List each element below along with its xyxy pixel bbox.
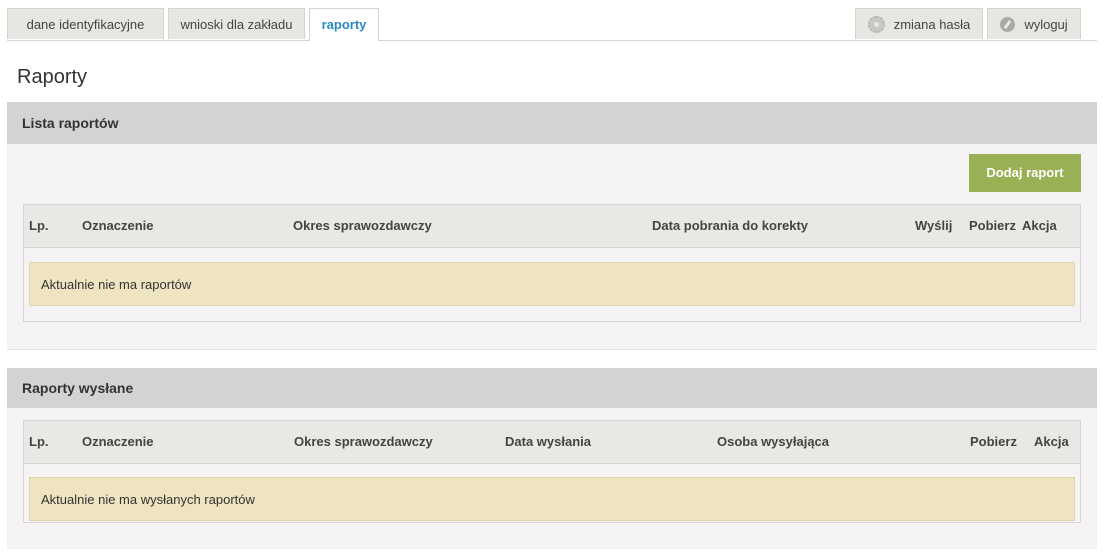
column-header: Pobierz: [970, 434, 1017, 449]
gear-icon: [867, 16, 885, 34]
column-header: Osoba wysyłająca: [717, 434, 830, 449]
tab-dane-identyfikacyjne[interactable]: dane identyfikacyjne: [7, 8, 164, 39]
column-header: Okres sprawozdawczy: [294, 434, 433, 449]
reports-list-section: Lista raportów Dodaj raport Lp. Oznaczen…: [7, 102, 1097, 349]
sent-reports-section: Raporty wysłane Lp. Oznaczenie Okres spr…: [7, 368, 1097, 549]
power-icon: [1000, 17, 1016, 33]
logout-tab[interactable]: wyloguj: [987, 8, 1081, 39]
empty-notice: Aktualnie nie ma raportów: [29, 262, 1075, 306]
column-header: Okres sprawozdawczy: [293, 218, 432, 233]
column-header: Wyślij: [915, 218, 953, 233]
section-title: Raporty wysłane: [7, 368, 1097, 408]
tab-raporty[interactable]: raporty: [309, 8, 379, 41]
table-header: Lp. Oznaczenie Okres sprawozdawczy Data …: [24, 205, 1080, 248]
table-header: Lp. Oznaczenie Okres sprawozdawczy Data …: [24, 421, 1080, 464]
tab-label: raporty: [321, 17, 367, 32]
tab-bar: dane identyfikacyjne wnioski dla zakładu…: [7, 0, 1097, 41]
column-header: Lp.: [29, 434, 49, 449]
section-divider: [7, 349, 1097, 350]
change-password-tab[interactable]: zmiana hasła: [855, 8, 983, 39]
empty-notice: Aktualnie nie ma wysłanych raportów: [29, 477, 1075, 521]
sent-reports-table: Lp. Oznaczenie Okres sprawozdawczy Data …: [23, 420, 1081, 523]
section-title: Lista raportów: [7, 102, 1097, 144]
reports-table: Lp. Oznaczenie Okres sprawozdawczy Data …: [23, 204, 1081, 322]
column-header: Oznaczenie: [82, 434, 154, 449]
column-header: Oznaczenie: [82, 218, 154, 233]
column-header: Lp.: [29, 218, 49, 233]
tab-label: zmiana hasła: [893, 17, 971, 32]
tab-label: dane identyfikacyjne: [26, 17, 145, 32]
add-report-button[interactable]: Dodaj raport: [969, 154, 1081, 192]
column-header: Akcja: [1034, 434, 1069, 449]
page-title: Raporty: [17, 66, 88, 88]
column-header: Data pobrania do korekty: [652, 218, 809, 233]
tab-wnioski[interactable]: wnioski dla zakładu: [168, 8, 305, 39]
tab-label: wyloguj: [1024, 17, 1068, 32]
column-header: Data wysłania: [505, 434, 591, 449]
column-header: Pobierz: [969, 218, 1016, 233]
column-header: Akcja: [1022, 218, 1057, 233]
tab-label: wnioski dla zakładu: [180, 17, 293, 32]
